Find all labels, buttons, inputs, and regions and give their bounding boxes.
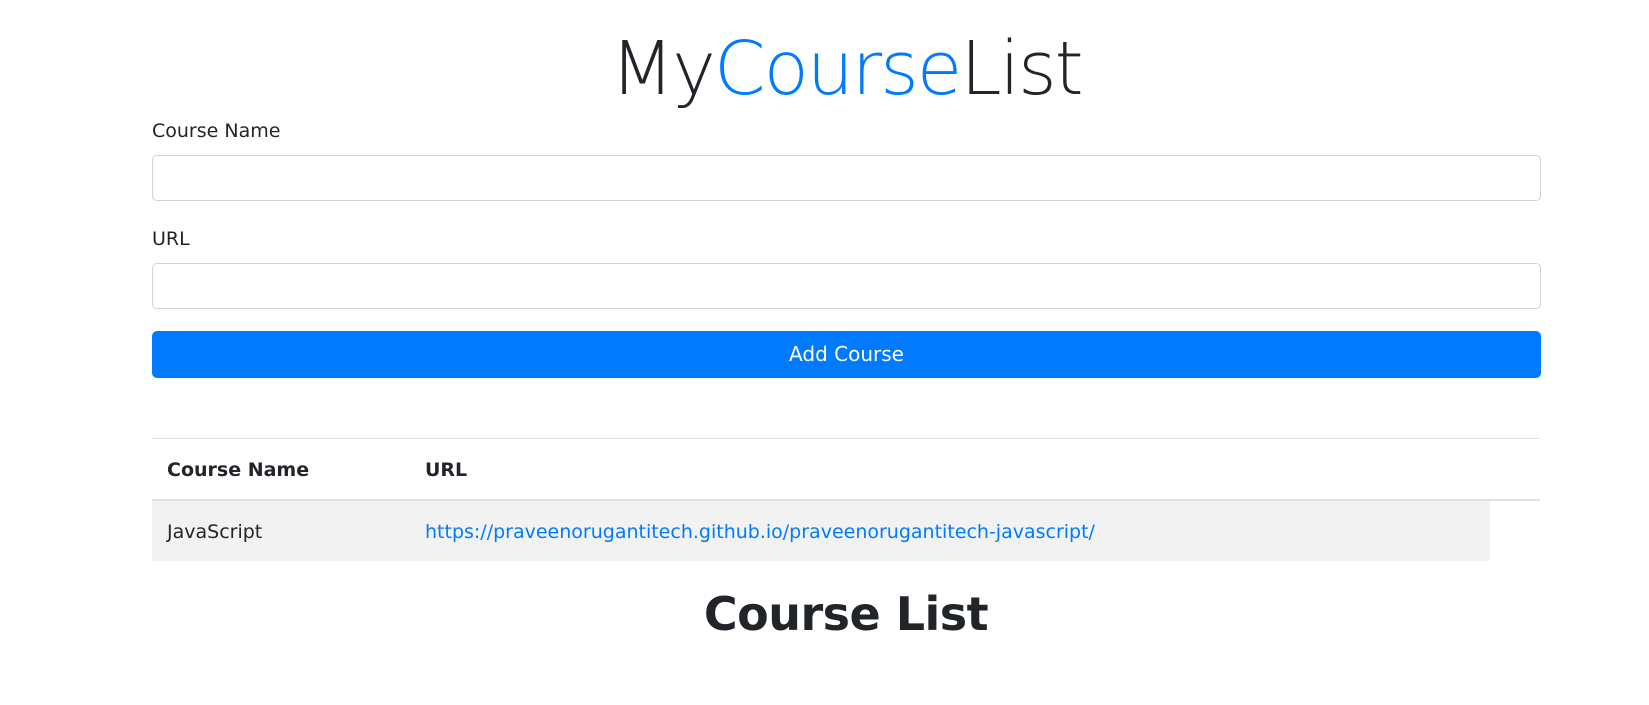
app-title: MyCourseList — [0, 24, 1649, 114]
column-header-course-name: Course Name — [167, 459, 310, 481]
table-top-border — [152, 438, 1540, 439]
app-title-part-my: My — [610, 26, 716, 112]
table-cell-url-link[interactable]: https://praveenorugantitech.github.io/pr… — [425, 520, 1095, 544]
course-list-heading: Course List — [703, 587, 989, 641]
page: MyCourseList Course Name URL Add Course … — [0, 0, 1649, 705]
add-course-button[interactable]: Add Course — [152, 331, 1541, 378]
course-name-input[interactable] — [152, 155, 1541, 201]
course-name-label: Course Name — [152, 120, 281, 142]
app-title-part-course: Course — [713, 26, 962, 112]
url-input[interactable] — [152, 263, 1541, 309]
table-cell-course-name: JavaScript — [167, 521, 263, 543]
column-header-url: URL — [425, 459, 468, 481]
url-label: URL — [152, 228, 190, 250]
app-title-part-list: List — [960, 26, 1083, 112]
